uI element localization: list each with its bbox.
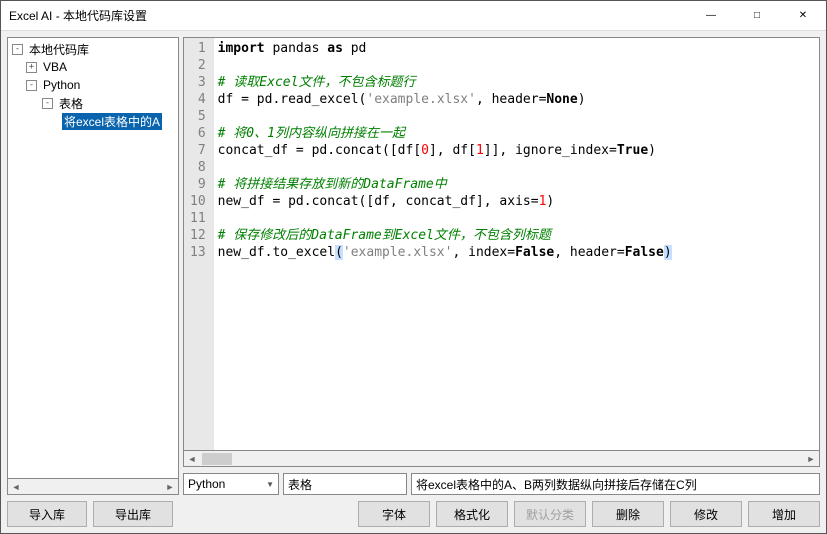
- collapse-icon[interactable]: -: [26, 80, 37, 91]
- window-title: Excel AI - 本地代码库设置: [9, 7, 688, 24]
- tree-label-python: Python: [41, 78, 82, 92]
- scroll-left-icon[interactable]: ◄: [8, 479, 24, 494]
- maximize-button[interactable]: □: [734, 1, 780, 31]
- chevron-down-icon: ▼: [266, 480, 274, 489]
- tree-label-selected: 将excel表格中的A: [62, 113, 162, 130]
- code-editor[interactable]: 12345678910111213 import pandas as pd# 读…: [183, 37, 820, 451]
- format-button[interactable]: 格式化: [436, 501, 508, 527]
- tree-label-vba: VBA: [41, 60, 69, 74]
- tree-label-tables: 表格: [57, 95, 85, 112]
- scroll-left-icon[interactable]: ◄: [184, 454, 200, 464]
- collapse-icon[interactable]: -: [42, 98, 53, 109]
- close-button[interactable]: ✕: [780, 1, 826, 31]
- tree-item-tables[interactable]: - 表格: [8, 94, 178, 112]
- right-panel: 12345678910111213 import pandas as pd# 读…: [183, 37, 820, 495]
- tree-root[interactable]: - 本地代码库: [8, 40, 178, 58]
- collapse-icon[interactable]: -: [12, 44, 23, 55]
- import-button[interactable]: 导入库: [7, 501, 87, 527]
- language-select[interactable]: Python ▼: [183, 473, 279, 495]
- description-value: 将excel表格中的A、B两列数据纵向拼接后存储在C列: [416, 476, 697, 493]
- tree-item-selected[interactable]: 将excel表格中的A: [8, 112, 178, 130]
- scroll-right-icon[interactable]: ►: [803, 454, 819, 464]
- font-button[interactable]: 字体: [358, 501, 430, 527]
- titlebar: Excel AI - 本地代码库设置 — □ ✕: [1, 1, 826, 31]
- code-area[interactable]: import pandas as pd# 读取Excel文件，不包含标题行df …: [214, 38, 819, 450]
- footer: 导入库 导出库 字体 格式化 默认分类 删除 修改 增加: [1, 495, 826, 533]
- app-window: Excel AI - 本地代码库设置 — □ ✕ - 本地代码库 + VBA -…: [0, 0, 827, 534]
- tree-item-python[interactable]: - Python: [8, 76, 178, 94]
- editor-h-scrollbar[interactable]: ◄ ►: [183, 451, 820, 467]
- description-input[interactable]: 将excel表格中的A、B两列数据纵向拼接后存储在C列: [411, 473, 820, 495]
- export-button[interactable]: 导出库: [93, 501, 173, 527]
- footer-spacer: [179, 501, 352, 527]
- tree-item-vba[interactable]: + VBA: [8, 58, 178, 76]
- tree-label-root: 本地代码库: [27, 41, 91, 58]
- code-tree[interactable]: - 本地代码库 + VBA - Python - 表格 将excel表格中的A: [7, 37, 179, 479]
- scroll-right-icon[interactable]: ►: [162, 479, 178, 494]
- modify-button[interactable]: 修改: [670, 501, 742, 527]
- tree-h-scrollbar[interactable]: ◄ ►: [7, 479, 179, 495]
- expand-icon[interactable]: +: [26, 62, 37, 73]
- default-category-button[interactable]: 默认分类: [514, 501, 586, 527]
- body: - 本地代码库 + VBA - Python - 表格 将excel表格中的A: [1, 31, 826, 495]
- category-value: 表格: [288, 476, 312, 493]
- window-controls: — □ ✕: [688, 1, 826, 31]
- category-input[interactable]: 表格: [283, 473, 407, 495]
- minimize-button[interactable]: —: [688, 1, 734, 31]
- left-panel: - 本地代码库 + VBA - Python - 表格 将excel表格中的A: [7, 37, 179, 495]
- input-row: Python ▼ 表格 将excel表格中的A、B两列数据纵向拼接后存储在C列: [183, 473, 820, 495]
- add-button[interactable]: 增加: [748, 501, 820, 527]
- delete-button[interactable]: 删除: [592, 501, 664, 527]
- line-gutter: 12345678910111213: [184, 38, 214, 450]
- scroll-thumb[interactable]: [202, 453, 232, 465]
- language-value: Python: [188, 477, 225, 491]
